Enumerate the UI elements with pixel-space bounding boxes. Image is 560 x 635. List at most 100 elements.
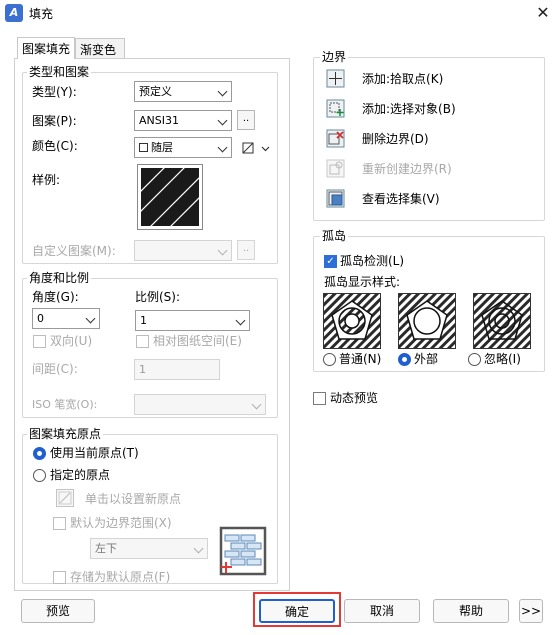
window-title: 填充: [29, 7, 54, 21]
iso-pen-width-label: ISO 笔宽(O):: [32, 398, 98, 411]
type-label: 类型(Y):: [32, 85, 77, 99]
view-selection-button[interactable]: 查看选择集(V): [326, 188, 526, 210]
double-label: 双向(U): [50, 334, 93, 348]
scale-label: 比例(S):: [135, 290, 181, 304]
color-select[interactable]: 随层: [134, 137, 232, 158]
chevron-down-icon: [193, 543, 204, 554]
custom-pattern-select[interactable]: [134, 240, 232, 261]
custom-pattern-browse-button[interactable]: ..: [237, 240, 255, 260]
scale-select[interactable]: 1: [135, 310, 250, 331]
store-default-origin-checkbox[interactable]: [53, 571, 66, 584]
boundary-title: 边界: [320, 50, 349, 64]
remove-boundary-label: 删除边界(D): [362, 132, 429, 146]
spacing-label: 间距(C):: [32, 362, 78, 376]
app-logo-icon: A: [5, 4, 23, 22]
color-label: 颜色(C):: [32, 139, 78, 153]
chevron-down-icon: [217, 86, 228, 97]
angle-select-value: 0: [37, 312, 44, 325]
extent-position-value: 左下: [95, 542, 117, 555]
angle-label: 角度(G):: [32, 290, 79, 304]
dynamic-preview-checkbox[interactable]: [313, 392, 326, 405]
island-style-ignore-preview[interactable]: [473, 293, 531, 349]
scale-select-value: 1: [140, 314, 147, 327]
chevron-down-icon: [251, 399, 262, 410]
island-style-normal-preview[interactable]: [323, 293, 381, 349]
tab-gradient[interactable]: 渐变色: [75, 38, 125, 58]
island-detection-checkbox[interactable]: ✓: [324, 255, 337, 268]
color-select-value: 随层: [151, 141, 173, 154]
specified-origin-radio[interactable]: [33, 469, 46, 482]
more-options-button[interactable]: >>: [519, 599, 543, 623]
chevron-down-icon: [85, 313, 96, 324]
specified-origin-label: 指定的原点: [50, 468, 111, 482]
pattern-sample-swatch[interactable]: [135, 162, 205, 232]
background-color-select[interactable]: [240, 139, 272, 158]
island-detection-label: 孤岛检测(L): [340, 254, 405, 268]
add-select-objects-button[interactable]: 添加:选择对象(B): [326, 98, 526, 120]
click-set-origin-label: 单击以设置新原点: [85, 492, 182, 506]
iso-pen-width-select[interactable]: [134, 394, 266, 415]
recreate-boundary-label: 重新创建边界(R): [362, 162, 452, 176]
island-ignore-label: 忽略(I): [484, 352, 521, 366]
type-select[interactable]: 预定义: [134, 81, 232, 102]
sample-label: 样例:: [32, 173, 61, 187]
color-swatch-icon: [139, 143, 148, 152]
relative-paper-space-checkbox[interactable]: [136, 335, 149, 348]
hatch-origin-title: 图案填充原点: [27, 427, 104, 441]
preview-button[interactable]: 预览: [21, 599, 95, 623]
pattern-select-value: ANSI31: [139, 114, 179, 127]
island-outer-label: 外部: [414, 352, 439, 366]
island-normal-radio[interactable]: [323, 353, 336, 366]
pattern-label: 图案(P):: [32, 114, 77, 128]
spacing-input[interactable]: 1: [134, 359, 220, 380]
select-objects-icon: [326, 99, 345, 118]
pick-point-icon: [326, 69, 345, 88]
cancel-button[interactable]: 取消: [344, 599, 420, 623]
island-style-label: 孤岛显示样式:: [324, 275, 401, 289]
island-ignore-radio[interactable]: [468, 353, 481, 366]
island-outer-icon: [399, 294, 455, 348]
double-checkbox[interactable]: [33, 335, 46, 348]
islands-title: 孤岛: [320, 229, 349, 243]
type-select-value: 预定义: [139, 85, 172, 98]
relative-paper-space-label: 相对图纸空间(E): [153, 334, 242, 348]
dynamic-preview-label: 动态预览: [330, 391, 379, 405]
crosshair-icon: [58, 491, 72, 505]
origin-preview-icon: [218, 525, 268, 577]
ok-button[interactable]: 确定: [259, 599, 335, 623]
type-pattern-title: 类型和图案: [27, 65, 92, 79]
island-ignore-icon: [474, 294, 530, 348]
island-style-outer-preview[interactable]: [398, 293, 456, 349]
angle-select[interactable]: 0: [32, 308, 100, 329]
use-current-origin-radio[interactable]: [33, 447, 46, 460]
custom-pattern-label: 自定义图案(M):: [32, 244, 116, 258]
store-default-origin-label: 存储为默认原点(F): [70, 570, 171, 584]
view-selection-label: 查看选择集(V): [362, 192, 440, 206]
default-extent-label: 默认为边界范围(X): [70, 516, 172, 530]
add-select-objects-label: 添加:选择对象(B): [362, 102, 456, 116]
chevron-down-icon: [217, 115, 228, 126]
use-current-origin-label: 使用当前原点(T): [50, 446, 139, 460]
help-button[interactable]: 帮助: [433, 599, 509, 623]
close-icon[interactable]: ✕: [532, 3, 554, 23]
remove-boundary-icon: [326, 129, 345, 148]
recreate-boundary-button[interactable]: 重新创建边界(R): [326, 158, 526, 180]
set-origin-button[interactable]: [56, 489, 74, 507]
tab-pattern-fill[interactable]: 图案填充: [17, 37, 75, 59]
angle-scale-title: 角度和比例: [27, 271, 92, 285]
pattern-select[interactable]: ANSI31: [134, 110, 232, 131]
add-pick-points-label: 添加:拾取点(K): [362, 72, 444, 86]
extent-position-select[interactable]: 左下: [90, 538, 208, 559]
island-outer-radio[interactable]: [398, 353, 411, 366]
no-fill-swatch-icon: [242, 142, 270, 154]
chevron-down-icon: [217, 245, 228, 256]
pattern-browse-button[interactable]: ..: [237, 110, 255, 130]
remove-boundary-button[interactable]: 删除边界(D): [326, 128, 526, 150]
chevron-down-icon: [217, 142, 228, 153]
recreate-boundary-icon: [326, 159, 345, 178]
island-normal-label: 普通(N): [339, 352, 382, 366]
default-extent-checkbox[interactable]: [53, 517, 66, 530]
island-normal-icon: [324, 294, 380, 348]
add-pick-points-button[interactable]: 添加:拾取点(K): [326, 68, 526, 90]
title-bar: [0, 0, 560, 26]
